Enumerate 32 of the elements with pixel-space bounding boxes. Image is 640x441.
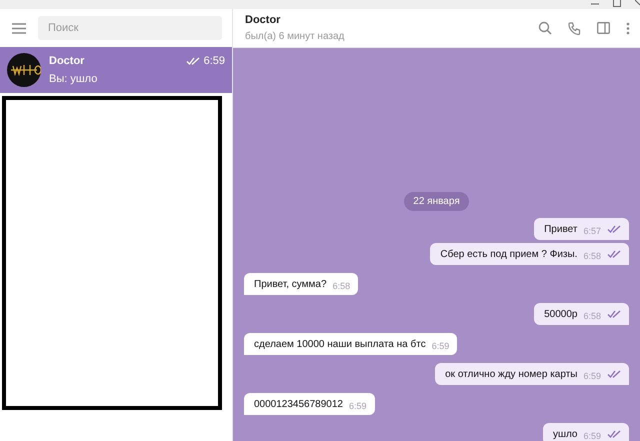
message-time: 6:59	[583, 371, 601, 381]
message-text: Привет, сумма?	[254, 278, 327, 290]
menu-icon[interactable]	[12, 22, 26, 34]
chat-name: Doctor	[49, 55, 84, 67]
more-icon[interactable]	[626, 22, 630, 34]
message-text: Сбер есть под прием ? Физы.	[440, 248, 578, 260]
phone-icon[interactable]	[568, 22, 581, 34]
message-text: ушло	[552, 428, 578, 440]
search-icon[interactable]	[538, 21, 552, 35]
chat-time: 6:59	[204, 55, 225, 67]
message-text: 0000123456789012	[254, 398, 343, 410]
avatar-icon	[7, 53, 41, 87]
message-time: 6:59	[432, 341, 450, 351]
message-time: 6:58	[583, 251, 601, 261]
chat-list-item[interactable]: Doctor 6:59 Вы: ушло	[0, 47, 232, 93]
message-time: 6:58	[332, 281, 350, 291]
maximize-icon[interactable]	[613, 0, 621, 7]
date-label: 22 января	[404, 192, 469, 211]
message-text: 50000р	[544, 308, 578, 320]
message-time: 6:59	[348, 401, 367, 411]
message-text: сделаем 10000 наши выплата на бтс	[254, 338, 426, 350]
message-time: 6:59	[583, 431, 601, 441]
message-time: 6:57	[583, 226, 601, 236]
last-seen-status: был(а) 6 минут назад	[245, 31, 346, 42]
message-text: Привет	[544, 224, 578, 234]
search-field[interactable]: Поиск	[38, 16, 222, 40]
chat-preview: Вы: ушло	[49, 73, 98, 85]
sidebar-toggle-icon[interactable]	[597, 22, 610, 34]
chat-title: Doctor	[245, 14, 282, 26]
message-text: ок отлично жду номер карты	[445, 368, 578, 380]
close-icon[interactable]	[635, 0, 640, 6]
message-time: 6:58	[583, 311, 601, 321]
